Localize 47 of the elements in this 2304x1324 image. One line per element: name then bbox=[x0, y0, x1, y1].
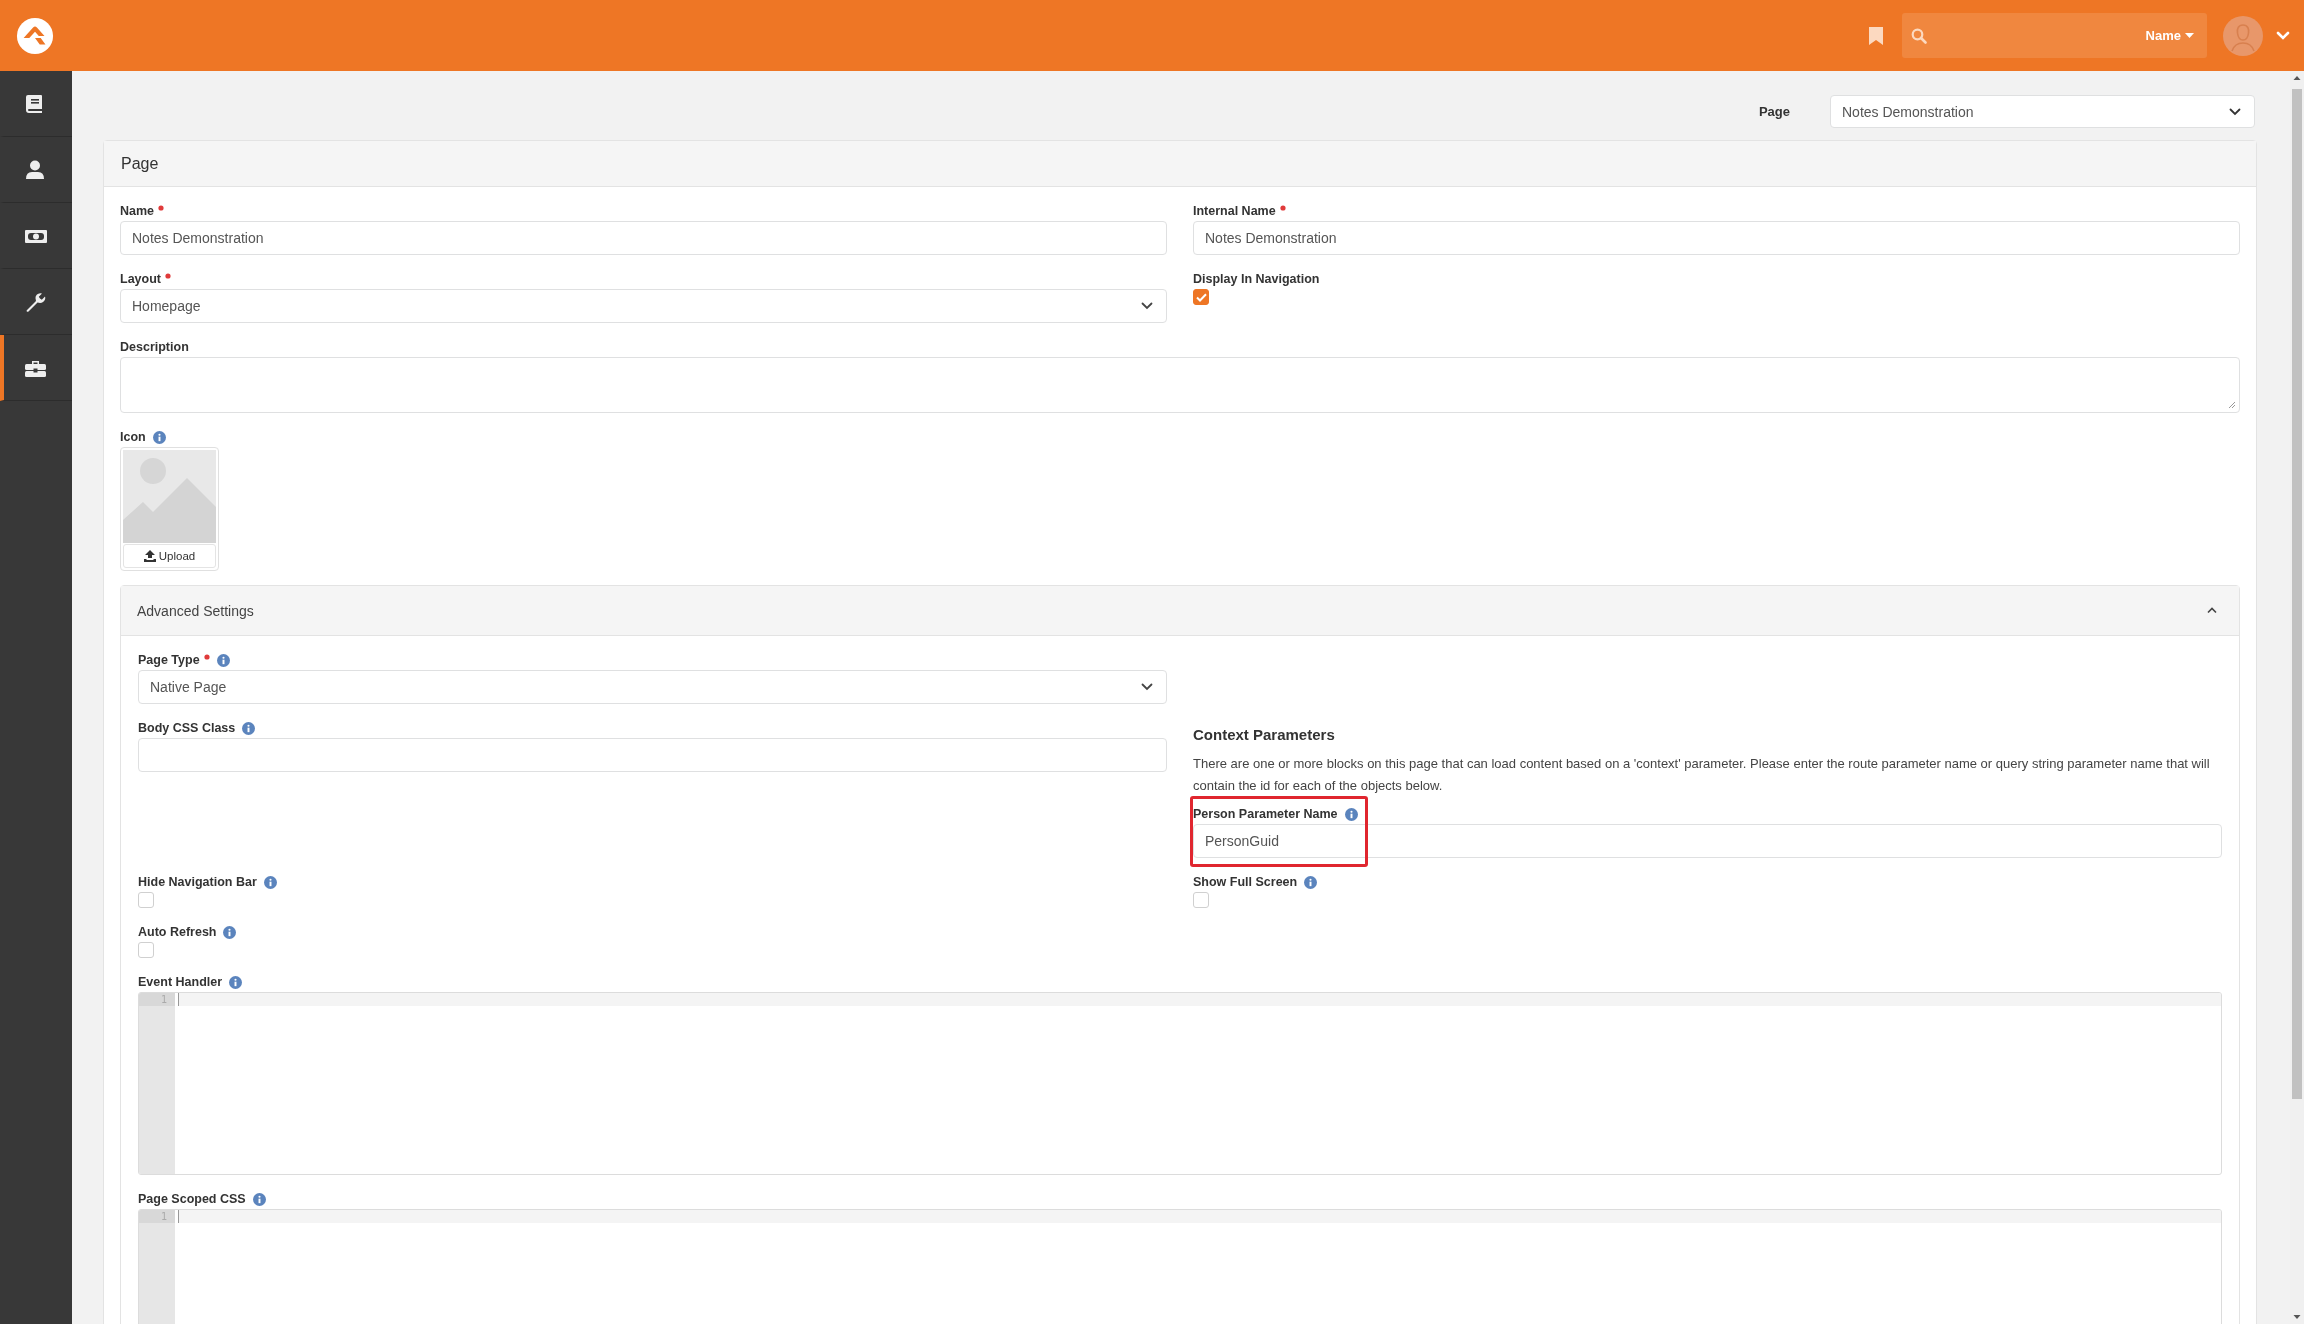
wrench-icon bbox=[24, 290, 48, 313]
field-label: Page bbox=[1758, 104, 1790, 119]
field-label: Event Handler bbox=[138, 975, 223, 989]
avatar-icon[interactable] bbox=[2223, 15, 2263, 56]
dropdown[interactable]: Native Page bbox=[138, 670, 1167, 704]
checkbox[interactable] bbox=[1193, 892, 1209, 908]
input-field[interactable]: Notes Demonstration bbox=[120, 221, 1167, 255]
checkbox[interactable] bbox=[1193, 289, 1209, 305]
logo-icon[interactable] bbox=[16, 16, 54, 55]
upload-button[interactable]: Upload bbox=[123, 544, 216, 568]
section-heading: Context Parameters bbox=[1193, 726, 1336, 743]
dropdown[interactable]: Notes Demonstration bbox=[1830, 95, 2255, 128]
bookmark-icon[interactable] bbox=[1869, 26, 1883, 45]
help-text: There are one or more blocks on this page that can load content based on a 'context' parameter. Please enter the route parameter name or query string parameter name that will contain the id for each of the objects below. bbox=[1193, 755, 2211, 795]
checkbox[interactable] bbox=[138, 942, 154, 958]
field-label: Auto Refresh bbox=[138, 925, 217, 939]
input-field[interactable]: Notes Demonstration bbox=[1193, 221, 2240, 255]
field-label: Hide Navigation Bar bbox=[138, 875, 257, 889]
chevron-icon bbox=[2207, 607, 2217, 614]
field-label: Internal Name bbox=[1193, 204, 1276, 218]
field-label: Body CSS Class bbox=[138, 721, 236, 735]
checkbox[interactable] bbox=[138, 892, 154, 908]
search-icon bbox=[1911, 27, 1927, 44]
panel-title: Page bbox=[121, 154, 159, 173]
field-label: Show Full Screen bbox=[1193, 875, 1298, 889]
input-field[interactable]: PersonGuid bbox=[1193, 824, 2222, 858]
resize-handle-icon[interactable] bbox=[2228, 401, 2236, 409]
text-area[interactable] bbox=[120, 357, 2240, 413]
image-placeholder-icon bbox=[123, 450, 216, 543]
field-label: Page Type bbox=[138, 653, 200, 667]
field-label: Page Scoped CSS bbox=[138, 1192, 246, 1206]
caret-icon bbox=[2185, 32, 2194, 39]
field-label: Description bbox=[120, 340, 189, 354]
dropdown[interactable]: Homepage bbox=[120, 289, 1167, 323]
upload-icon bbox=[143, 550, 156, 562]
field-label: Name bbox=[120, 204, 155, 218]
section-header[interactable]: Advanced Settings bbox=[121, 586, 2239, 636]
field-label: Icon bbox=[120, 430, 146, 444]
caret-icon bbox=[1141, 683, 1153, 691]
field-label: Display In Navigation bbox=[1193, 272, 1320, 286]
field-label: Person Parameter Name bbox=[1193, 807, 1338, 821]
caret-icon bbox=[2229, 107, 2241, 116]
field-label: Layout bbox=[120, 272, 161, 286]
sidebar-item[interactable] bbox=[0, 335, 72, 401]
input-field[interactable] bbox=[138, 738, 1167, 772]
caret-icon[interactable] bbox=[2276, 30, 2290, 41]
caret-icon bbox=[1141, 302, 1153, 310]
